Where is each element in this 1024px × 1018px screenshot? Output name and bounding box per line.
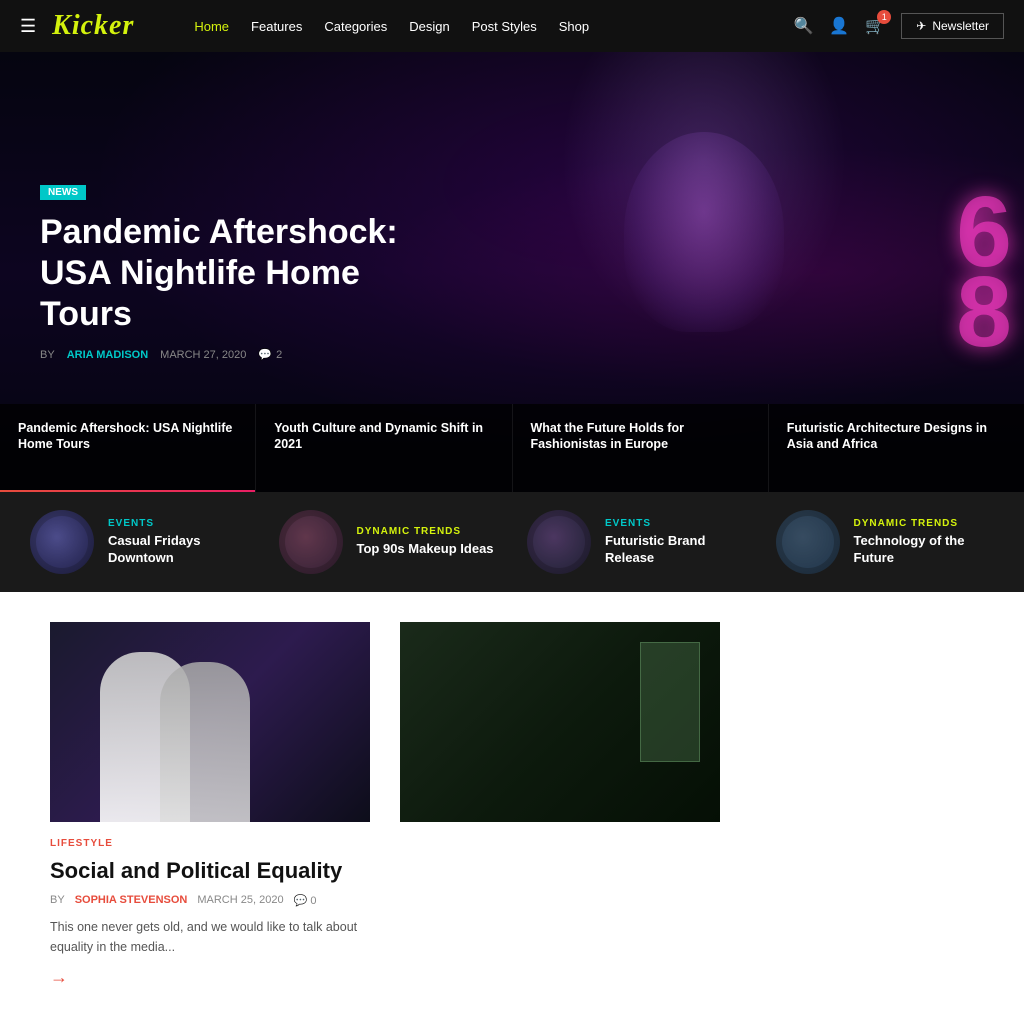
- strip-item-title-4: Futuristic Architecture Designs in Asia …: [787, 420, 1006, 453]
- cart-icon[interactable]: 🛒 1: [865, 16, 885, 36]
- strip-item-title-2: Youth Culture and Dynamic Shift in 2021: [274, 420, 493, 453]
- trending-item-2[interactable]: DYNAMIC TRENDS Top 90s Makeup Ideas: [279, 510, 498, 574]
- hero-content: NEWS Pandemic Aftershock: USA Nightlife …: [40, 182, 420, 361]
- hamburger-icon[interactable]: ☰: [20, 16, 36, 37]
- article-card-2: [400, 622, 720, 988]
- news-badge: NEWS: [40, 185, 86, 200]
- header-right: 🔍 👤 🛒 1 ✈ Newsletter: [793, 13, 1004, 39]
- article-excerpt-1: This one never gets old, and we would li…: [50, 917, 370, 957]
- header-left: ☰ Kicker: [20, 10, 134, 42]
- article-title-1: Social and Political Equality: [50, 857, 370, 886]
- hero-person-visual: [504, 52, 904, 412]
- main-content: LIFESTYLE Social and Political Equality …: [0, 592, 1024, 1018]
- hero-date: MARCH 27, 2020: [160, 349, 246, 361]
- trending-thumb-1: [30, 510, 94, 574]
- hero-section: 6 8 NEWS Pandemic Aftershock: USA Nightl…: [0, 52, 1024, 492]
- strip-item-2[interactable]: Youth Culture and Dynamic Shift in 2021: [256, 404, 512, 492]
- article-thumb-1: [50, 622, 370, 822]
- trending-cat-2: DYNAMIC TRENDS: [357, 526, 498, 537]
- hero-author[interactable]: ARIA MADISON: [67, 349, 148, 361]
- figure-2: [160, 662, 250, 822]
- article-by-1: BY: [50, 894, 65, 906]
- trending-info-2: DYNAMIC TRENDS Top 90s Makeup Ideas: [357, 526, 498, 558]
- trending-item-3[interactable]: EVENTS Futuristic Brand Release: [527, 510, 746, 574]
- newsletter-button[interactable]: ✈ Newsletter: [901, 13, 1004, 39]
- main-nav: Home Features Categories Design Post Sty…: [194, 19, 589, 34]
- trending-thumb-3: [527, 510, 591, 574]
- hero-strip: Pandemic Aftershock: USA Nightlife Home …: [0, 404, 1024, 492]
- article-meta-1: BY SOPHIA STEVENSON MARCH 25, 2020 💬 0: [50, 894, 370, 907]
- nav-categories[interactable]: Categories: [324, 19, 387, 34]
- nav-design[interactable]: Design: [409, 19, 449, 34]
- trending-cat-3: EVENTS: [605, 518, 746, 529]
- strip-item-4[interactable]: Futuristic Architecture Designs in Asia …: [769, 404, 1024, 492]
- article-cat-1: LIFESTYLE: [50, 838, 370, 849]
- trending-item-4[interactable]: DYNAMIC TRENDS Technology of the Future: [776, 510, 995, 574]
- strip-item-1[interactable]: Pandemic Aftershock: USA Nightlife Home …: [0, 404, 256, 492]
- strip-item-title-3: What the Future Holds for Fashionistas i…: [531, 420, 750, 453]
- trending-info-3: EVENTS Futuristic Brand Release: [605, 518, 746, 567]
- trending-name-4: Technology of the Future: [854, 533, 995, 567]
- cart-badge: 1: [877, 10, 891, 24]
- nav-home[interactable]: Home: [194, 19, 229, 34]
- article-card-1: LIFESTYLE Social and Political Equality …: [50, 622, 370, 988]
- newsletter-label: Newsletter: [932, 19, 989, 33]
- article-comments-1: 💬 0: [294, 894, 317, 907]
- nav-shop[interactable]: Shop: [559, 19, 589, 34]
- trending-thumb-2: [279, 510, 343, 574]
- nav-post-styles[interactable]: Post Styles: [472, 19, 537, 34]
- person-silhouette: [624, 132, 784, 332]
- neon-number-8: 8: [956, 262, 1012, 362]
- window-shape: [640, 642, 700, 762]
- article-author-1[interactable]: SOPHIA STEVENSON: [75, 894, 188, 906]
- trending-bar: EVENTS Casual Fridays Downtown DYNAMIC T…: [0, 492, 1024, 592]
- hero-comments: 💬 2: [258, 348, 282, 361]
- strip-item-3[interactable]: What the Future Holds for Fashionistas i…: [513, 404, 769, 492]
- trending-cat-1: EVENTS: [108, 518, 249, 529]
- trending-item-1[interactable]: EVENTS Casual Fridays Downtown: [30, 510, 249, 574]
- strip-item-title-1: Pandemic Aftershock: USA Nightlife Home …: [18, 420, 237, 453]
- trending-name-3: Futuristic Brand Release: [605, 533, 746, 567]
- trending-info-4: DYNAMIC TRENDS Technology of the Future: [854, 518, 995, 567]
- trending-info-1: EVENTS Casual Fridays Downtown: [108, 518, 249, 567]
- hero-by-label: BY: [40, 349, 55, 361]
- newsletter-icon: ✈: [916, 19, 926, 33]
- hero-meta: BY ARIA MADISON MARCH 27, 2020 💬 2: [40, 348, 420, 361]
- search-icon[interactable]: 🔍: [793, 16, 813, 36]
- article-thumb-2: [400, 622, 720, 822]
- nav-features[interactable]: Features: [251, 19, 302, 34]
- hero-title: Pandemic Aftershock: USA Nightlife Home …: [40, 212, 420, 334]
- logo: Kicker: [52, 10, 134, 42]
- header: ☰ Kicker Home Features Categories Design…: [0, 0, 1024, 52]
- trending-cat-4: DYNAMIC TRENDS: [854, 518, 995, 529]
- hero-comment-count: 2: [276, 349, 282, 361]
- trending-name-2: Top 90s Makeup Ideas: [357, 541, 498, 558]
- trending-name-1: Casual Fridays Downtown: [108, 533, 249, 567]
- read-more-1[interactable]: →: [50, 967, 370, 988]
- article-date-1: MARCH 25, 2020: [197, 894, 283, 906]
- user-icon[interactable]: 👤: [829, 16, 849, 36]
- trending-thumb-4: [776, 510, 840, 574]
